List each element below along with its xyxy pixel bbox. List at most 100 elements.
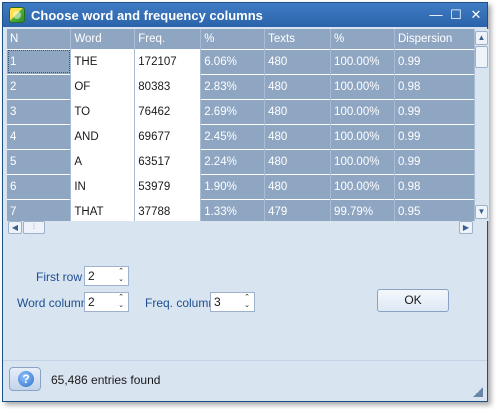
resize-grip-icon[interactable] [473,387,483,397]
cell-texts-percent[interactable]: 100.00% [330,173,395,199]
cell-dispersion[interactable]: 0.99 [394,123,475,149]
scroll-up-arrow-icon[interactable]: ▲ [475,31,488,45]
cell-n[interactable]: 4 [7,123,72,149]
cell-texts-percent[interactable]: 100.00% [330,148,395,174]
cell-word[interactable]: OF [70,73,136,99]
cell-word[interactable]: THAT [70,198,136,221]
scroll-down-arrow-icon[interactable]: ▼ [475,205,488,219]
minimize-button[interactable]: — [427,6,445,24]
cell-percent[interactable]: 1.90% [200,173,266,199]
data-grid[interactable]: N Word Freq. % Texts % Dispersion 1 THE 17… [7,29,475,221]
vertical-scroll-thumb[interactable] [475,46,488,68]
horizontal-scrollbar[interactable]: ◀ ⁞ ▶ [7,221,475,235]
column-header-n[interactable]: N [7,29,72,49]
cell-word[interactable]: THE [70,48,136,74]
grid-header-row: N Word Freq. % Texts % Dispersion [7,29,475,49]
cell-dispersion[interactable]: 0.99 [394,98,475,124]
cell-word[interactable]: AND [70,123,136,149]
cell-texts-percent[interactable]: 100.00% [330,98,395,124]
first-row-spin-arrows[interactable]: ⌃ ⌄ [116,268,126,284]
cell-percent[interactable]: 2.24% [200,148,266,174]
ok-button[interactable]: OK [377,289,449,312]
first-row-stepper[interactable]: 2 ⌃ ⌄ [84,266,129,286]
cell-percent[interactable]: 1.33% [200,198,266,221]
window-title: Choose word and frequency columns [31,7,263,23]
spin-down-icon[interactable]: ⌄ [116,302,126,310]
column-options-panel: First row 2 ⌃ ⌄ Word column 2 ⌃ ⌄ Freq. … [3,237,487,357]
column-header-word[interactable]: Word [70,29,136,49]
word-column-label: Word column [17,296,88,310]
cell-word[interactable]: TO [70,98,136,124]
cell-percent[interactable]: 2.45% [200,123,266,149]
cell-n[interactable]: 3 [7,98,72,124]
cell-percent[interactable]: 2.69% [200,98,266,124]
cell-freq[interactable]: 172107 [134,48,202,74]
maximize-button[interactable]: ☐ [447,6,465,24]
cell-texts[interactable]: 480 [264,148,332,174]
cell-freq[interactable]: 76462 [134,98,202,124]
close-button[interactable]: ✕ [467,6,485,24]
cell-n[interactable]: 1 [7,48,72,74]
column-header-percent[interactable]: % [200,29,266,49]
column-header-freq[interactable]: Freq. [134,29,202,49]
help-button[interactable]: ? [9,367,41,391]
table-row[interactable]: 7 THAT 37788 1.33% 479 99.79% 0.95 [7,198,475,221]
cell-texts[interactable]: 480 [264,173,332,199]
table-row[interactable]: 4 AND 69677 2.45% 480 100.00% 0.99 [7,123,475,149]
cell-n[interactable]: 2 [7,73,72,99]
cell-n[interactable]: 6 [7,173,72,199]
column-header-texts[interactable]: Texts [264,29,332,49]
cell-dispersion[interactable]: 0.98 [394,173,475,199]
spin-up-icon[interactable]: ⌃ [116,268,126,276]
cell-percent[interactable]: 6.06% [200,48,266,74]
table-row[interactable]: 6 IN 53979 1.90% 480 100.00% 0.98 [7,173,475,199]
spin-down-icon[interactable]: ⌄ [116,276,126,284]
spin-up-icon[interactable]: ⌃ [116,294,126,302]
cell-texts-percent[interactable]: 100.00% [330,123,395,149]
cell-freq[interactable]: 80383 [134,73,202,99]
cell-freq[interactable]: 63517 [134,148,202,174]
entries-found-text: 65,486 entries found [51,373,161,387]
cell-dispersion[interactable]: 0.98 [394,73,475,99]
cell-n[interactable]: 7 [7,198,72,221]
cell-texts[interactable]: 479 [264,198,332,221]
cell-word[interactable]: A [70,148,136,174]
cell-freq[interactable]: 69677 [134,123,202,149]
cell-freq[interactable]: 53979 [134,173,202,199]
column-header-texts-percent[interactable]: % [330,29,395,49]
table-row[interactable]: 1 THE 172107 6.06% 480 100.00% 0.99 [7,48,475,74]
cell-dispersion[interactable]: 0.99 [394,48,475,74]
cell-texts[interactable]: 480 [264,73,332,99]
table-row[interactable]: 2 OF 80383 2.83% 480 100.00% 0.98 [7,73,475,99]
spin-up-icon[interactable]: ⌃ [242,294,252,302]
horizontal-scroll-thumb[interactable]: ⁞ [23,221,45,234]
cell-texts[interactable]: 480 [264,98,332,124]
column-header-dispersion[interactable]: Dispersion [394,29,475,49]
cell-texts-percent[interactable]: 99.79% [330,198,395,221]
first-row-value: 2 [88,269,95,283]
word-column-spin-arrows[interactable]: ⌃ ⌄ [116,294,126,310]
cell-texts[interactable]: 480 [264,123,332,149]
cell-percent[interactable]: 2.83% [200,73,266,99]
cell-freq[interactable]: 37788 [134,198,202,221]
table-row[interactable]: 5 A 63517 2.24% 480 100.00% 0.99 [7,148,475,174]
cell-texts-percent[interactable]: 100.00% [330,73,395,99]
scroll-right-arrow-icon[interactable]: ▶ [459,221,473,234]
freq-column-stepper[interactable]: 3 ⌃ ⌄ [210,292,255,312]
scroll-left-arrow-icon[interactable]: ◀ [8,221,22,234]
vertical-scrollbar[interactable]: ▲ ▼ [475,29,489,221]
cell-dispersion[interactable]: 0.95 [394,198,475,221]
freq-column-value: 3 [214,295,221,309]
freq-column-spin-arrows[interactable]: ⌃ ⌄ [242,294,252,310]
spin-down-icon[interactable]: ⌄ [242,302,252,310]
first-row-label: First row [36,270,82,284]
cell-n[interactable]: 5 [7,148,72,174]
table-row[interactable]: 3 TO 76462 2.69% 480 100.00% 0.99 [7,98,475,124]
cell-dispersion[interactable]: 0.99 [394,148,475,174]
word-column-stepper[interactable]: 2 ⌃ ⌄ [84,292,129,312]
dialog-window: Choose word and frequency columns — ☐ ✕ … [2,2,489,402]
cell-word[interactable]: IN [70,173,136,199]
cell-texts[interactable]: 480 [264,48,332,74]
cell-texts-percent[interactable]: 100.00% [330,48,395,74]
word-column-value: 2 [88,295,95,309]
